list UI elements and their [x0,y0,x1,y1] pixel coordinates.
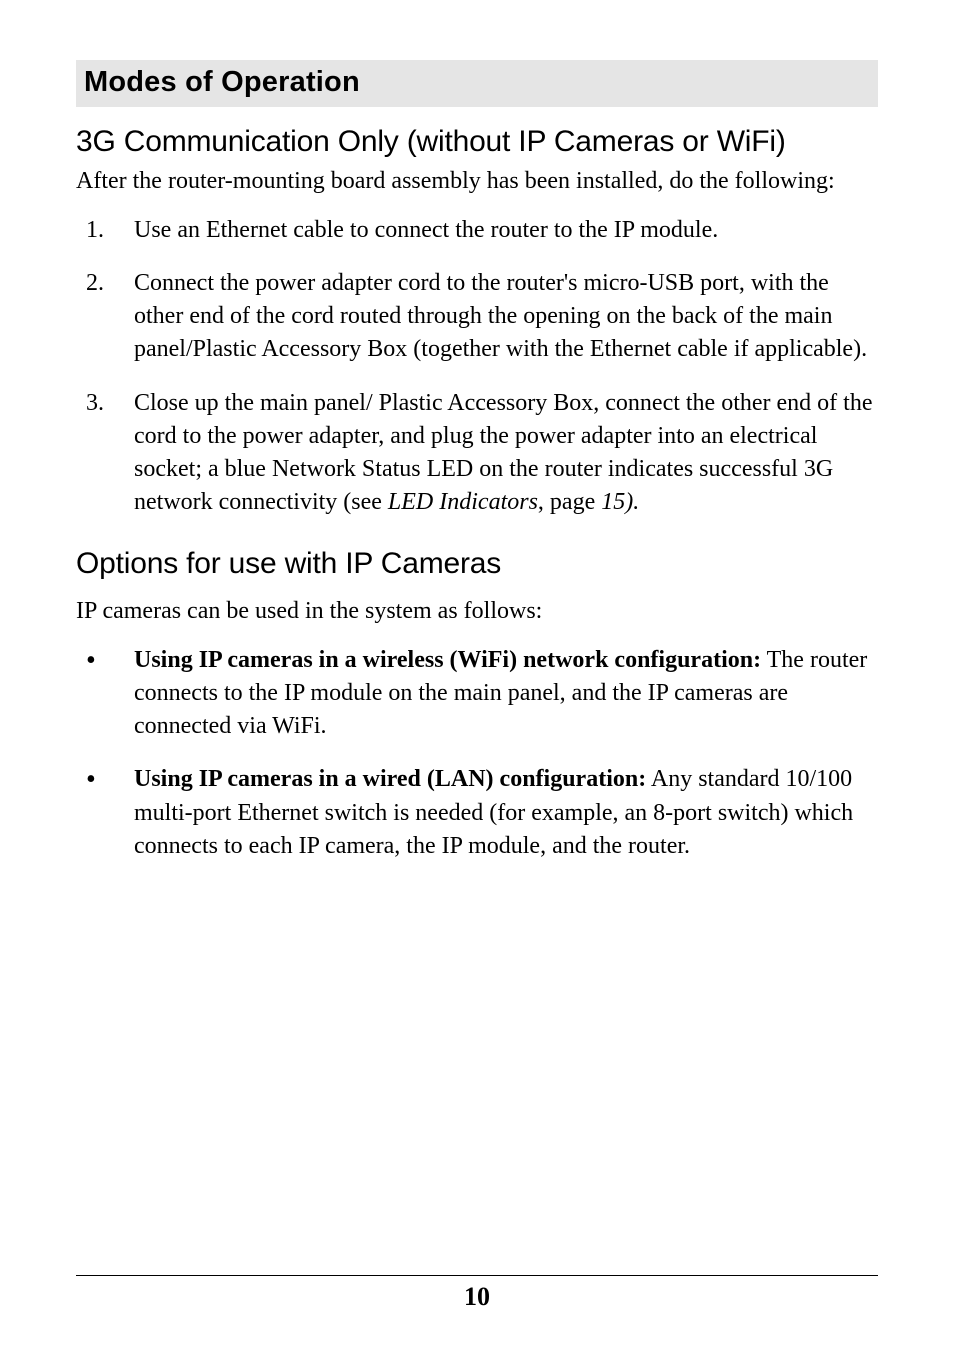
step-3-italic-1: LED Indicators [388,489,538,515]
step-3-italic-2: 15). [601,489,639,515]
subheading-3g-text: 3G Communication Only (without IP Camera… [76,125,786,158]
page-footer: 10 [76,1275,878,1312]
footer-rule [76,1275,878,1276]
step-3: Close up the main panel/ Plastic Accesso… [76,387,878,519]
numbered-steps-list: Use an Ethernet cable to connect the rou… [76,214,878,519]
section-heading-text: Modes of Operation [84,66,360,98]
bullet-wifi: Using IP cameras in a wireless (WiFi) ne… [76,644,878,743]
subheading-options: Options for use with IP Cameras [76,547,878,581]
bullet-lan: Using IP cameras in a wired (LAN) config… [76,763,878,862]
subheading-options-text: Options for use with IP Cameras [76,547,501,580]
subheading-3g: 3G Communication Only (without IP Camera… [76,125,878,159]
step-1: Use an Ethernet cable to connect the rou… [76,214,878,247]
section-heading-bar: Modes of Operation [76,60,878,107]
page-number: 10 [464,1282,490,1311]
bullet-lan-lead: Using IP cameras in a wired (LAN) config… [134,766,646,792]
step-3-part-b: , page [538,489,601,515]
bullet-wifi-lead: Using IP cameras in a wireless (WiFi) ne… [134,647,761,673]
options-bullet-list: Using IP cameras in a wireless (WiFi) ne… [76,644,878,863]
intro-paragraph-2: IP cameras can be used in the system as … [76,595,878,628]
step-2: Connect the power adapter cord to the ro… [76,267,878,366]
intro-paragraph-1: After the router-mounting board assembly… [76,165,878,198]
